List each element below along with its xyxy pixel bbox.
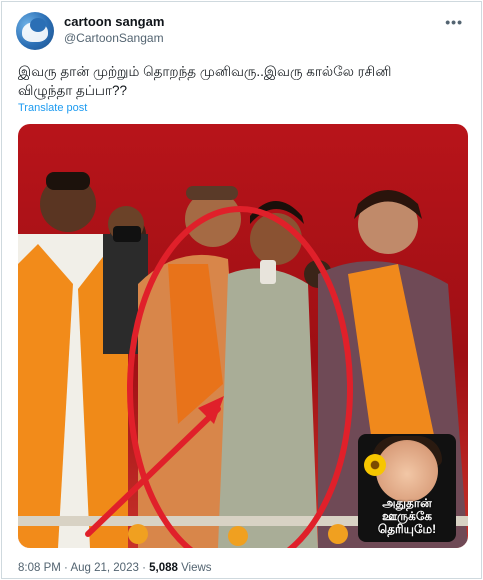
tweet-text-line-2: விழுந்தா தப்பா??: [18, 83, 127, 98]
center-woman-dress: [218, 268, 318, 548]
tweet-text: இவரு தான் முற்றும் தொறந்த முனிவரு..இவரு …: [18, 62, 470, 100]
sticker-baby-face: [376, 440, 438, 502]
post-time[interactable]: 8:08 PM: [18, 562, 61, 574]
tweet-card: cartoon sangam @CartoonSangam ••• இவரு த…: [1, 1, 482, 579]
avatar-wave-shape-inner: [30, 18, 46, 32]
meta-separator: ·: [64, 562, 68, 574]
tweet-text-line-1: இவரு தான் முற்றும் தொறந்த முனிவரு..இவரு …: [18, 64, 392, 79]
sticker-caption: அதுதான் ஊருக்கே தெரியுமே!: [358, 497, 456, 536]
views-count: 5,088: [149, 562, 178, 574]
meta-separator-2: ·: [142, 562, 146, 574]
display-name[interactable]: cartoon sangam: [64, 14, 164, 29]
tweet-meta: 8:08 PM · Aug 21, 2023 · 5,088 Views: [18, 562, 212, 574]
avatar[interactable]: [16, 12, 54, 50]
user-handle[interactable]: @CartoonSangam: [64, 31, 164, 45]
sticker-caption-line-3: தெரியுமே!: [377, 522, 437, 536]
post-date[interactable]: Aug 21, 2023: [70, 562, 138, 574]
views-label: Views: [181, 562, 212, 574]
sticker-overlay: அதுதான் ஊருக்கே தெரியுமே!: [358, 434, 456, 542]
phone-in-hand: [260, 260, 276, 284]
flower-icon: [364, 454, 386, 476]
more-dots-icon[interactable]: •••: [445, 14, 463, 30]
translate-post-link[interactable]: Translate post: [18, 102, 87, 114]
tweet-photo[interactable]: அதுதான் ஊருக்கே தெரியுமே!: [18, 124, 468, 548]
